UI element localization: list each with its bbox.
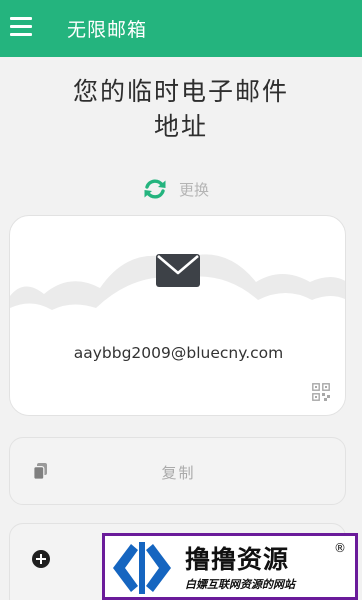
menu-icon[interactable] (10, 17, 32, 37)
qr-code-icon[interactable] (312, 383, 330, 401)
headline-line-1: 您的临时电子邮件 (72, 77, 289, 106)
plus-circle-icon (32, 550, 50, 568)
watermark-subtitle: 白嫖互联网资源的网站 (185, 578, 295, 591)
watermark-title: 撸撸资源 (185, 545, 290, 574)
watermark-logo (113, 542, 171, 594)
copy-button[interactable]: 复制 (9, 437, 346, 505)
envelope-icon (156, 254, 200, 287)
email-address: aaybbg2009@bluecny.com (73, 344, 284, 362)
headline-line-2: 地址 (153, 112, 208, 141)
change-address-label: 更换 (179, 180, 210, 199)
change-address-button[interactable]: 更换 (142, 176, 209, 202)
app-bar: 无限邮箱 (0, 0, 362, 57)
copy-label: 复制 (161, 464, 196, 482)
cloud-background (10, 254, 345, 415)
app-title: 无限邮箱 (67, 19, 148, 41)
refresh-icon (144, 179, 166, 199)
watermark-registered: ® (334, 541, 346, 555)
watermark-banner: 撸撸资源 ® 白嫖互联网资源的网站 (102, 533, 358, 600)
page-headline: 您的临时电子邮件 地址 (40, 74, 322, 144)
email-card: aaybbg2009@bluecny.com (9, 215, 346, 416)
